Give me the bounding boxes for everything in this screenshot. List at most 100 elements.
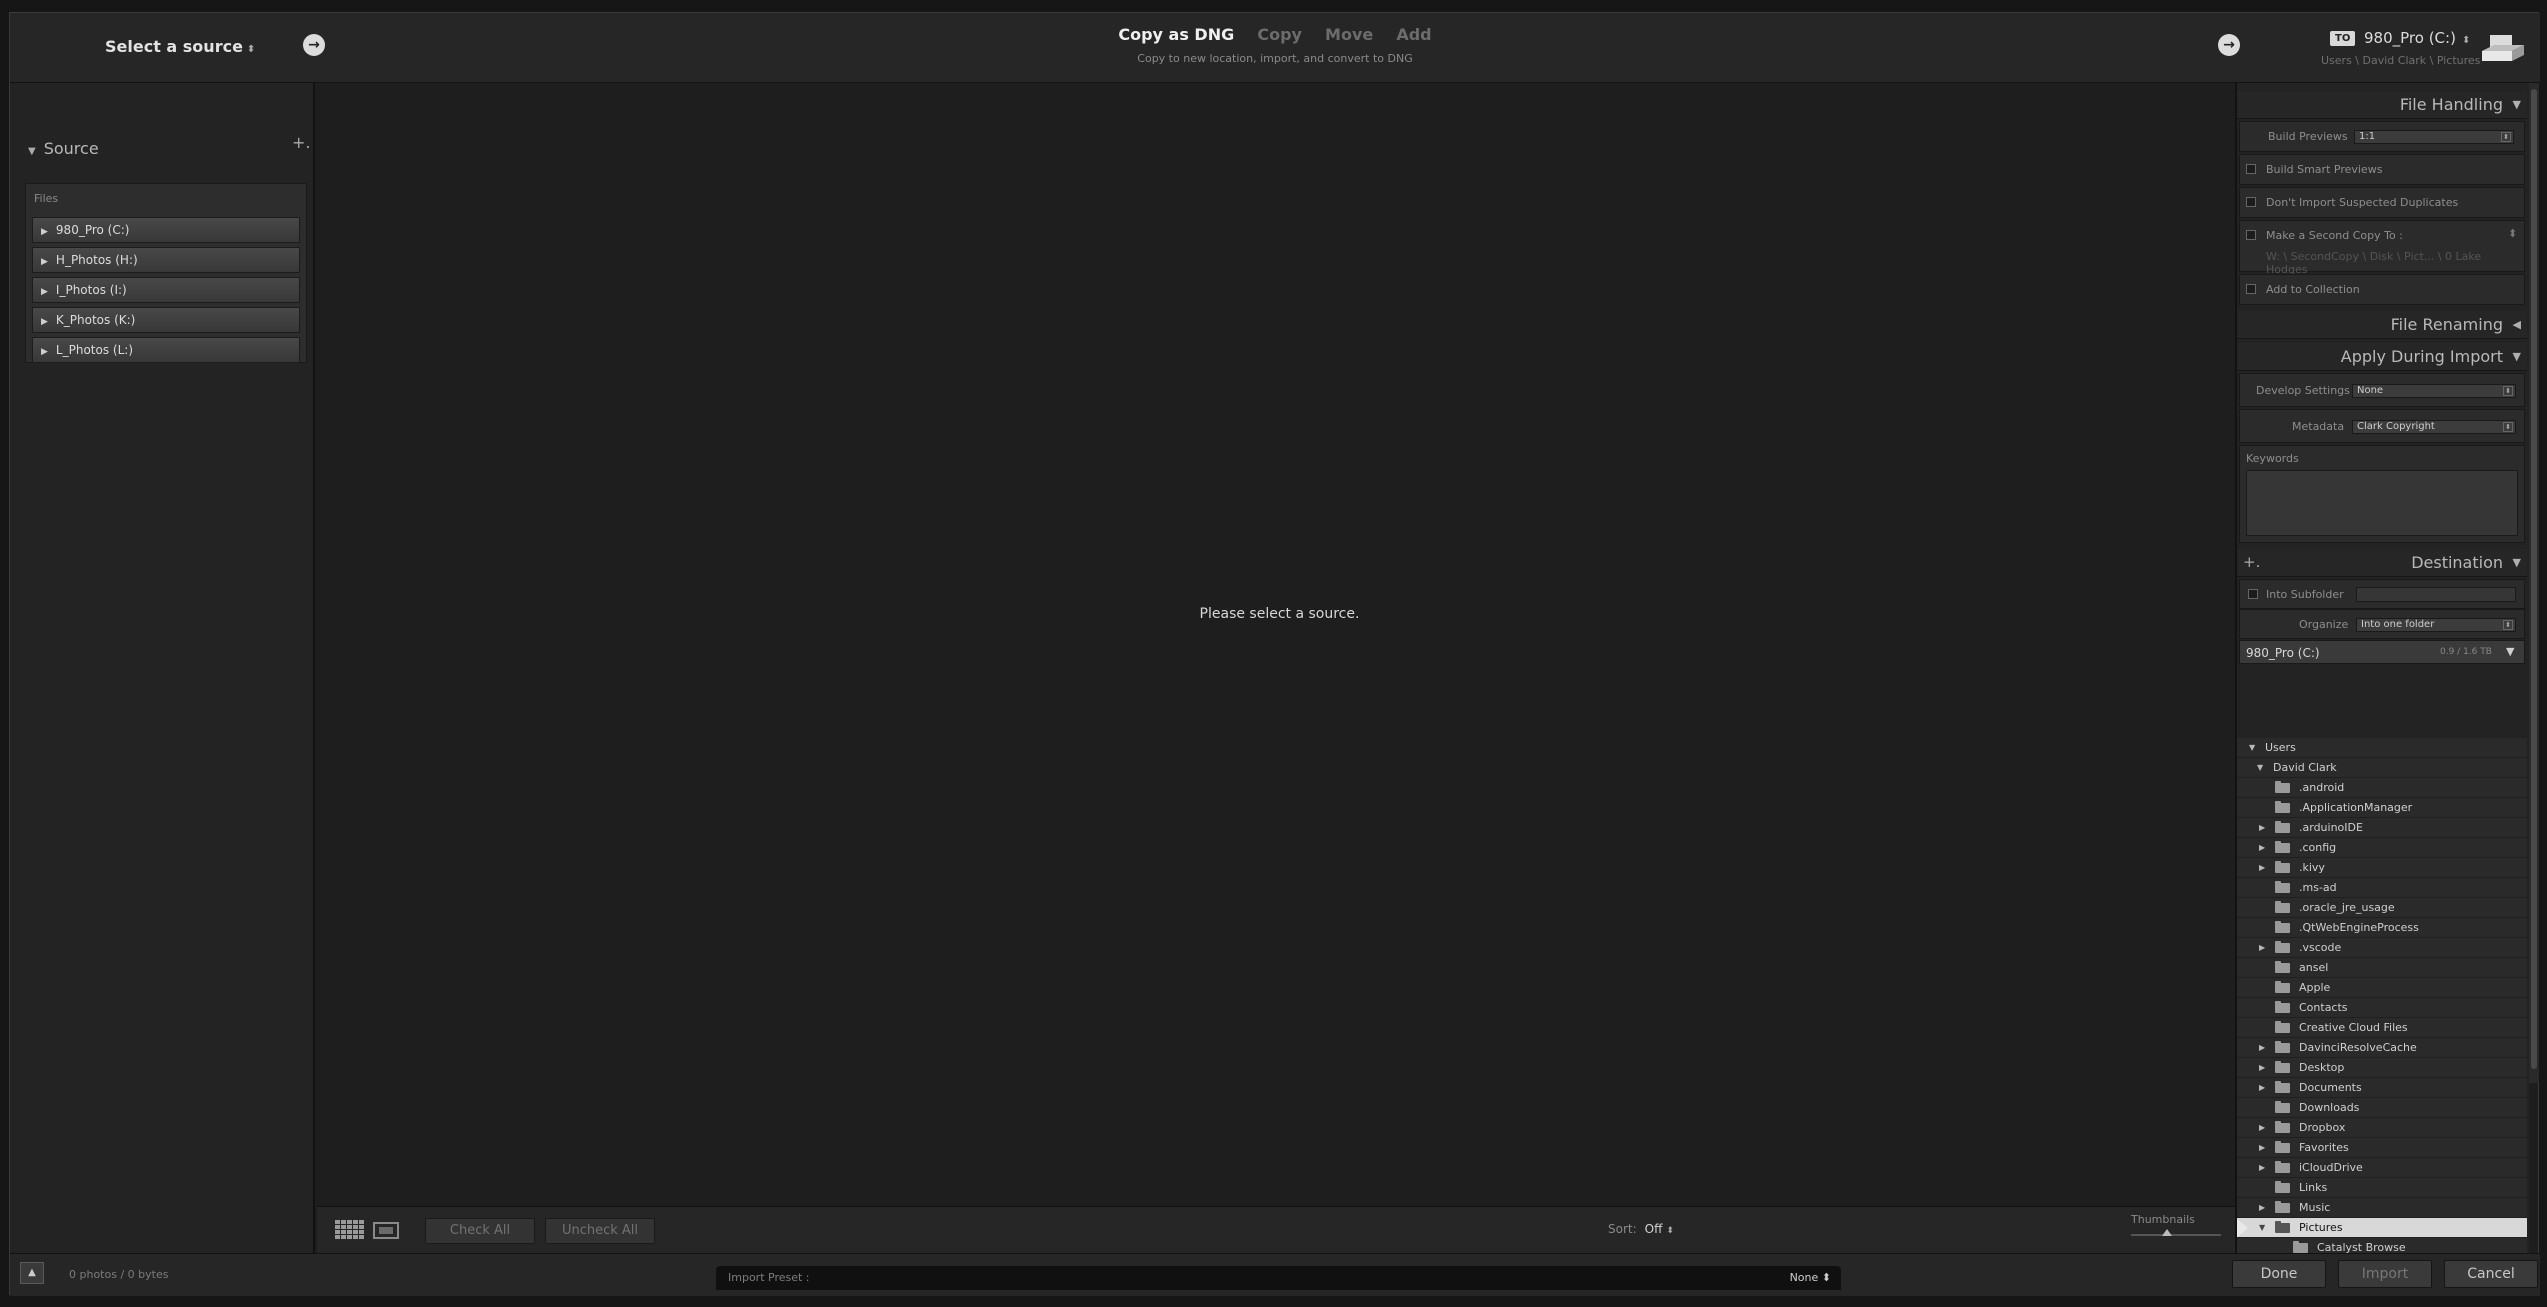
destination-drive-header[interactable]: 980_Pro (C:) 0.9 / 1.6 TB ▼ [2239, 640, 2525, 664]
into-subfolder-label: Into Subfolder [2266, 588, 2344, 601]
file-renaming-header[interactable]: File Renaming ◀ [2237, 311, 2527, 339]
folder-icon [2275, 1081, 2290, 1093]
triangle-right-icon[interactable]: ▶ [2259, 1158, 2265, 1178]
folder-tree-row[interactable]: ▶ iCloudDrive [2237, 1158, 2527, 1178]
source-drive-row[interactable]: ▶ K_Photos (K:) [32, 307, 300, 333]
folder-tree-row[interactable]: ▶ .config [2237, 838, 2527, 858]
tab-move[interactable]: Move [1325, 25, 1373, 44]
folder-tree-row[interactable]: ▶ .vscode [2237, 938, 2527, 958]
triangle-right-icon[interactable]: ▶ [2259, 938, 2265, 958]
smart-previews-checkbox[interactable] [2246, 164, 2256, 174]
folder-tree-row[interactable]: ansel [2237, 958, 2527, 978]
destination-header[interactable]: +. Destination ▼ [2237, 549, 2527, 577]
sort-control[interactable]: Sort: Off ⬍ [1608, 1222, 1674, 1236]
folder-icon [2275, 801, 2290, 813]
folder-tree-row[interactable]: .QtWebEngineProcess [2237, 918, 2527, 938]
keywords-input[interactable] [2246, 470, 2518, 536]
add-folder-icon[interactable]: +. [2243, 549, 2260, 576]
triangle-down-icon[interactable]: ▼ [2259, 1218, 2265, 1238]
subfolder-name-input[interactable] [2356, 587, 2516, 602]
expand-dialog-button[interactable]: ▲ [20, 1262, 44, 1284]
source-drive-row[interactable]: ▶ H_Photos (H:) [32, 247, 300, 273]
thumbnail-size-slider[interactable] [2131, 1234, 2221, 1236]
photo-count-status: 0 photos / 0 bytes [69, 1268, 169, 1281]
triangle-right-icon[interactable]: ▶ [2259, 1078, 2265, 1098]
slider-knob[interactable] [2162, 1229, 2172, 1236]
folder-tree-row[interactable]: Apple [2237, 978, 2527, 998]
source-drive-row[interactable]: ▶ I_Photos (I:) [32, 277, 300, 303]
folder-tree-row[interactable]: ▶ DavinciResolveCache [2237, 1038, 2527, 1058]
develop-settings-select[interactable]: None ⬍ [2352, 384, 2516, 398]
triangle-right-icon[interactable]: ▶ [2259, 1038, 2265, 1058]
triangle-right-icon[interactable]: ▶ [2259, 818, 2265, 838]
triangle-right-icon[interactable]: ▶ [2259, 1058, 2265, 1078]
folder-tree-row[interactable]: ▶ Desktop [2237, 1058, 2527, 1078]
metadata-select[interactable]: Clark Copyright ⬍ [2352, 420, 2516, 434]
apply-during-import-header[interactable]: Apply During Import ▼ [2237, 343, 2527, 371]
triangle-right-icon[interactable]: ▶ [2259, 1198, 2265, 1218]
triangle-right-icon[interactable]: ▶ [2259, 1118, 2265, 1138]
folder-tree-row[interactable]: .android [2237, 778, 2527, 798]
triangle-right-icon[interactable]: ▶ [2259, 1138, 2265, 1158]
source-drive-row[interactable]: ▶ L_Photos (L:) [32, 337, 300, 363]
folder-icon [2275, 921, 2290, 933]
folder-tree-row[interactable]: Downloads [2237, 1098, 2527, 1118]
folder-tree-row[interactable]: ▶ Music [2237, 1198, 2527, 1218]
tab-copy-as-dng[interactable]: Copy as DNG [1118, 25, 1234, 44]
organize-select[interactable]: Into one folder ⬍ [2356, 618, 2516, 632]
source-drive-row[interactable]: ▶ 980_Pro (C:) [32, 217, 300, 243]
build-previews-select[interactable]: 1:1 ⬍ [2354, 130, 2514, 144]
add-collection-row: Add to Collection [2239, 274, 2525, 305]
folder-label: DavinciResolveCache [2299, 1041, 2417, 1054]
destination-drive-dropdown[interactable]: 980_Pro (C:) ⬍ [2364, 29, 2470, 47]
loupe-view-icon[interactable] [373, 1222, 399, 1239]
uncheck-all-button[interactable]: Uncheck All [545, 1218, 655, 1244]
done-button[interactable]: Done [2232, 1260, 2326, 1288]
tab-add[interactable]: Add [1396, 25, 1431, 44]
drive-label: H_Photos (H:) [55, 253, 138, 267]
folder-tree-row[interactable]: Links [2237, 1178, 2527, 1198]
triangle-down-icon[interactable]: ▼ [2506, 645, 2514, 658]
add-collection-checkbox[interactable] [2246, 284, 2256, 294]
folder-tree-row[interactable]: ▼ David Clark [2237, 758, 2527, 778]
second-copy-checkbox[interactable] [2246, 230, 2256, 240]
organize-label: Organize [2299, 618, 2349, 631]
destination-scrollbar[interactable] [2529, 83, 2539, 1083]
folder-tree-row[interactable]: ▶ .kivy [2237, 858, 2527, 878]
triangle-right-icon[interactable]: ▶ [2259, 838, 2265, 858]
folder-tree-row[interactable]: Creative Cloud Files [2237, 1018, 2527, 1038]
no-duplicates-checkbox[interactable] [2246, 197, 2256, 207]
second-copy-path[interactable]: W: \ SecondCopy \ Disk \ Pict... \ 0 Lak… [2266, 250, 2524, 276]
folder-tree-row[interactable]: .ApplicationManager [2237, 798, 2527, 818]
cancel-button[interactable]: Cancel [2444, 1260, 2538, 1288]
folder-label: iCloudDrive [2299, 1161, 2363, 1174]
folder-tree-row[interactable]: Catalyst Browse [2237, 1238, 2527, 1253]
check-all-button[interactable]: Check All [425, 1218, 535, 1244]
triangle-right-icon[interactable]: ▶ [2259, 858, 2265, 878]
folder-tree-row[interactable]: ▶ Dropbox [2237, 1118, 2527, 1138]
folder-tree-row[interactable]: .ms-ad [2237, 878, 2527, 898]
folder-tree-row[interactable]: .oracle_jre_usage [2237, 898, 2527, 918]
import-button[interactable]: Import [2338, 1260, 2432, 1288]
file-handling-header[interactable]: File Handling ▼ [2237, 91, 2527, 119]
chevron-updown-icon: ⬍ [2461, 35, 2471, 46]
folder-tree-row[interactable]: ▶ Favorites [2237, 1138, 2527, 1158]
folder-tree-row[interactable]: Contacts [2237, 998, 2527, 1018]
folder-icon [2275, 781, 2290, 793]
folder-tree-row[interactable]: ▼ Pictures [2237, 1218, 2527, 1238]
folder-tree-row[interactable]: ▶ .arduinoIDE [2237, 818, 2527, 838]
folder-tree-row[interactable]: ▼ Users [2237, 738, 2527, 758]
into-subfolder-checkbox[interactable] [2248, 589, 2258, 599]
import-preset-value[interactable]: None ⬍ [1790, 1271, 1831, 1284]
triangle-down-icon[interactable]: ▼ [2257, 758, 2263, 778]
source-panel-header[interactable]: ▼ Source [28, 139, 99, 158]
add-source-icon[interactable]: +. [292, 133, 311, 152]
develop-settings-row: Develop Settings None ⬍ [2239, 373, 2525, 407]
grid-view-icon[interactable] [335, 1220, 365, 1240]
import-preset-bar[interactable]: Import Preset : None ⬍ [716, 1266, 1841, 1290]
chevron-updown-icon[interactable]: ⬍ [2508, 227, 2517, 240]
folder-tree-row[interactable]: ▶ Documents [2237, 1078, 2527, 1098]
tab-copy[interactable]: Copy [1257, 25, 1302, 44]
chevron-updown-icon: ⬍ [2503, 422, 2513, 432]
triangle-down-icon[interactable]: ▼ [2249, 738, 2255, 758]
